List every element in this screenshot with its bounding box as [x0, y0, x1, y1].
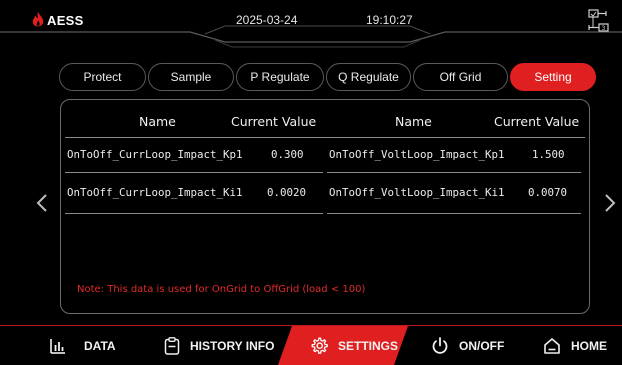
- header-bar: AESS 2025-03-24 19:10:27 3: [0, 0, 622, 48]
- nav-home-button[interactable]: HOME: [543, 326, 607, 365]
- flame-logo-icon: [32, 12, 44, 27]
- nav-history-button[interactable]: HISTORY INFO: [164, 326, 274, 365]
- column-header-value-right: Current Value: [494, 114, 580, 129]
- nav-settings-button[interactable]: SETTINGS: [310, 326, 398, 365]
- note-text: Note: This data is used for OnGrid to Of…: [77, 284, 366, 295]
- brand-logo: AESS: [32, 12, 84, 28]
- clipboard-icon: [164, 336, 180, 355]
- tab-sample[interactable]: Sample: [148, 63, 234, 91]
- chevron-left-icon[interactable]: [36, 193, 48, 213]
- param-name: OnToOff_CurrLoop_Impact_Kp1: [67, 148, 243, 161]
- settings-table-panel: Name Current Value Name Current Value On…: [60, 99, 590, 314]
- param-name: OnToOff_VoltLoop_Impact_Ki1: [329, 186, 505, 199]
- param-value[interactable]: 0.0070: [528, 186, 567, 199]
- chevron-right-icon[interactable]: [604, 193, 616, 213]
- bar-chart-icon: [50, 338, 65, 354]
- row-divider: [327, 172, 581, 173]
- nav-home-label: HOME: [571, 338, 607, 353]
- nav-history-label: HISTORY INFO: [190, 338, 275, 353]
- row-divider: [65, 172, 323, 173]
- tab-off-grid[interactable]: Off Grid: [413, 63, 508, 91]
- home-icon: [544, 337, 560, 354]
- tab-p-regulate[interactable]: P Regulate: [236, 63, 324, 91]
- tab-protect[interactable]: Protect: [59, 63, 146, 91]
- header-decoration: [0, 25, 622, 48]
- param-value[interactable]: 0.300: [271, 148, 304, 161]
- brand-name: AESS: [47, 12, 84, 28]
- nav-data-button[interactable]: DATA: [50, 326, 116, 365]
- svg-text:3: 3: [602, 25, 606, 32]
- nav-settings-label: SETTINGS: [338, 338, 399, 353]
- tab-q-regulate[interactable]: Q Regulate: [326, 63, 411, 91]
- nav-data-label: DATA: [84, 338, 116, 353]
- nav-onoff-label: ON/OFF: [459, 338, 505, 353]
- param-name: OnToOff_VoltLoop_Impact_Kp1: [329, 148, 505, 161]
- row-divider: [65, 213, 323, 214]
- column-header-value-left: Current Value: [231, 114, 317, 129]
- header-date: 2025-03-24: [236, 13, 298, 27]
- param-value[interactable]: 0.0020: [267, 186, 306, 199]
- column-header-name-right: Name: [395, 114, 432, 129]
- nav-onoff-button[interactable]: ON/OFF: [431, 326, 504, 365]
- gear-icon: [311, 337, 328, 354]
- header-time: 19:10:27: [366, 13, 413, 27]
- category-tabs: Protect Sample P Regulate Q Regulate Off…: [59, 63, 598, 91]
- column-header-name-left: Name: [139, 114, 176, 129]
- tab-setting[interactable]: Setting: [510, 63, 596, 91]
- param-value[interactable]: 1.500: [532, 148, 565, 161]
- param-name: OnToOff_CurrLoop_Impact_Ki1: [67, 186, 243, 199]
- power-icon: [432, 336, 448, 354]
- network-topology-icon[interactable]: 3: [586, 8, 610, 34]
- row-divider: [327, 213, 581, 214]
- header-divider: [65, 137, 585, 138]
